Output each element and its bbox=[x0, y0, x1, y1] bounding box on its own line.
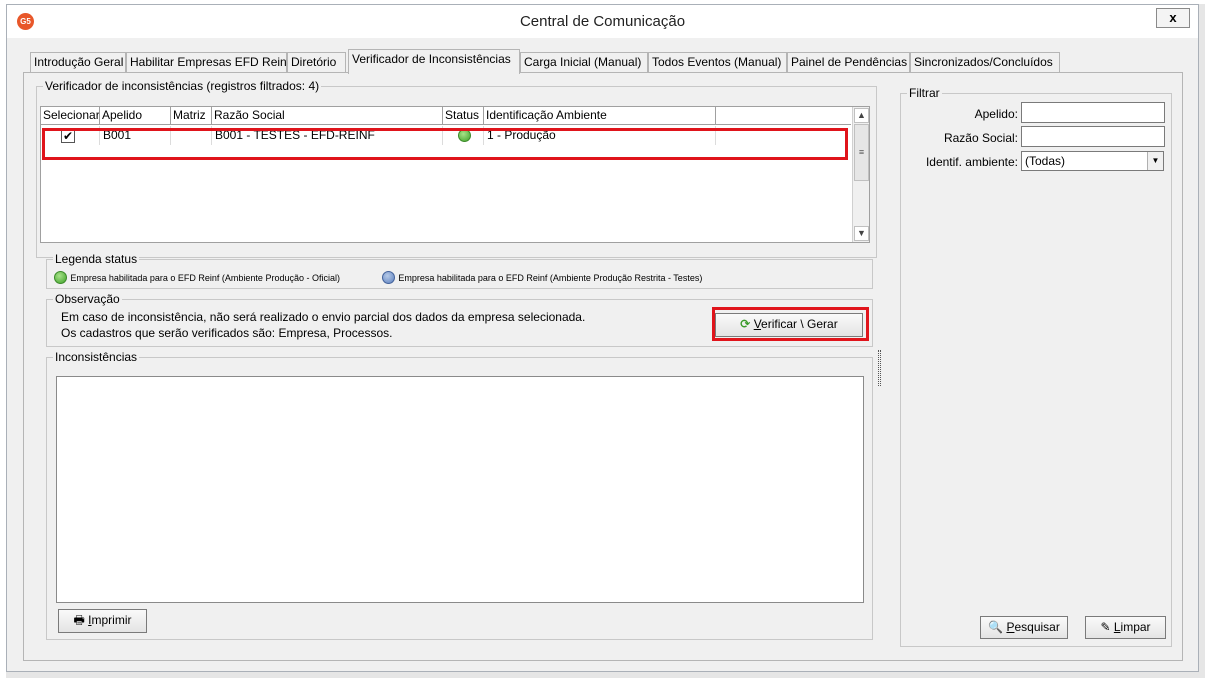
verificador-group-title: Verificador de inconsistências (registro… bbox=[43, 79, 322, 93]
inconsistencias-title: Inconsistências bbox=[53, 350, 140, 364]
blue-status-icon bbox=[382, 271, 395, 285]
observacao-line-2: Os cadastros que serão verificados são: … bbox=[61, 326, 393, 340]
tab-panel: Verificador de inconsistências (registro… bbox=[23, 72, 1183, 661]
panel-splitter-handle[interactable] bbox=[878, 350, 881, 386]
selected-row-highlight bbox=[42, 128, 848, 160]
ambiente-label: Identif. ambiente: bbox=[925, 155, 1018, 169]
companies-grid: Selecionar Apelido Matriz Razão Social S… bbox=[40, 106, 870, 243]
ambiente-select-value: (Todas) bbox=[1025, 154, 1066, 168]
col-header-identificacao-ambiente[interactable]: Identificação Ambiente bbox=[484, 107, 716, 125]
tab-carga-inicial[interactable]: Carga Inicial (Manual) bbox=[520, 52, 648, 73]
scroll-down-icon[interactable]: ▼ bbox=[854, 226, 869, 241]
razao-social-label: Razão Social: bbox=[943, 131, 1018, 145]
grid-vertical-scrollbar[interactable]: ▲ ≡ ▼ bbox=[852, 107, 869, 242]
col-header-razao-social[interactable]: Razão Social bbox=[212, 107, 443, 125]
legend-blue-item: Empresa habilitada para o EFD Reinf (Amb… bbox=[382, 270, 703, 285]
search-icon: 🔍 bbox=[988, 620, 1004, 634]
main-window: G5 Central de Comunicação x Introdução G… bbox=[6, 4, 1199, 672]
close-button[interactable]: x bbox=[1156, 8, 1190, 28]
apelido-input[interactable] bbox=[1021, 102, 1165, 123]
pesquisar-button[interactable]: 🔍 Pesquisar bbox=[980, 616, 1068, 639]
tab-todos-eventos[interactable]: Todos Eventos (Manual) bbox=[648, 52, 787, 73]
col-header-apelido[interactable]: Apelido bbox=[100, 107, 171, 125]
filtrar-group: Filtrar Apelido: Razão Social: Identif. … bbox=[900, 86, 1172, 647]
col-header-matriz[interactable]: Matriz bbox=[171, 107, 212, 125]
tab-verificador-inconsistencias[interactable]: Verificador de Inconsistências bbox=[348, 49, 520, 74]
tab-painel-pendencias[interactable]: Painel de Pendências bbox=[787, 52, 910, 73]
grid-header: Selecionar Apelido Matriz Razão Social S… bbox=[41, 107, 851, 125]
col-header-selecionar[interactable]: Selecionar bbox=[41, 107, 100, 125]
window-title: Central de Comunicação bbox=[519, 13, 686, 30]
tab-sincronizados-concluidos[interactable]: Sincronizados/Concluídos bbox=[910, 52, 1060, 73]
ambiente-select[interactable]: (Todas) ▼ bbox=[1021, 151, 1164, 171]
verificador-group: Verificador de inconsistências (registro… bbox=[36, 79, 877, 258]
filtrar-title: Filtrar bbox=[907, 86, 942, 100]
tab-diretorio[interactable]: Diretório bbox=[287, 52, 346, 73]
legend-green-item: Empresa habilitada para o EFD Reinf (Amb… bbox=[54, 270, 340, 285]
window-shadow-right bbox=[1199, 4, 1205, 674]
apelido-label: Apelido: bbox=[974, 107, 1018, 121]
limpar-button[interactable]: ✎ Limpar bbox=[1085, 616, 1166, 639]
inconsistencias-group: Inconsistências 🖶 Imprimir bbox=[46, 350, 873, 640]
razao-social-input[interactable] bbox=[1021, 126, 1165, 147]
eraser-icon: ✎ bbox=[1100, 620, 1111, 634]
title-bar: G5 Central de Comunicação x bbox=[7, 5, 1198, 38]
tab-habilitar-empresas[interactable]: Habilitar Empresas EFD Reinf bbox=[126, 52, 290, 73]
legend-blue-text: Empresa habilitada para o EFD Reinf (Amb… bbox=[398, 273, 703, 283]
col-header-status[interactable]: Status bbox=[443, 107, 484, 125]
observacao-title: Observação bbox=[53, 292, 122, 306]
scroll-up-icon[interactable]: ▲ bbox=[854, 108, 869, 123]
legenda-title: Legenda status bbox=[53, 252, 140, 266]
printer-icon: 🖶 bbox=[73, 613, 85, 627]
observacao-line-1: Em caso de inconsistência, não será real… bbox=[61, 310, 586, 324]
scroll-thumb[interactable]: ≡ bbox=[854, 124, 869, 181]
inconsistencias-text-area[interactable] bbox=[56, 376, 864, 603]
imprimir-button[interactable]: 🖶 Imprimir bbox=[58, 609, 147, 633]
legenda-group: Legenda status Empresa habilitada para o… bbox=[46, 252, 873, 289]
legend-green-text: Empresa habilitada para o EFD Reinf (Amb… bbox=[70, 273, 340, 283]
tab-introducao-geral[interactable]: Introdução Geral bbox=[30, 52, 126, 73]
green-status-icon bbox=[54, 271, 67, 285]
verify-button-highlight bbox=[712, 307, 869, 341]
window-shadow-bottom bbox=[6, 672, 1205, 678]
chevron-down-icon[interactable]: ▼ bbox=[1147, 152, 1163, 170]
